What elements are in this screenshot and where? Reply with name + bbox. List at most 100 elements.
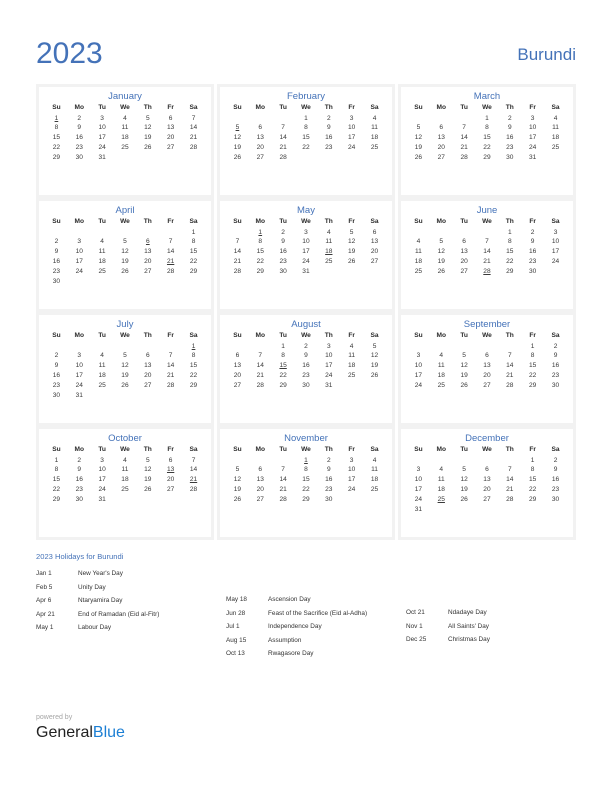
day-cell[interactable]: 7	[182, 456, 205, 466]
day-cell[interactable]: 11	[407, 248, 430, 258]
day-cell[interactable]: 10	[295, 238, 318, 248]
day-cell[interactable]: 12	[226, 476, 249, 486]
day-cell[interactable]: 22	[272, 371, 295, 381]
day-cell[interactable]: 6	[159, 456, 182, 466]
day-cell[interactable]: 31	[68, 391, 91, 401]
day-cell-holiday[interactable]: 25	[430, 495, 453, 505]
day-cell[interactable]: 1	[498, 228, 521, 238]
day-cell[interactable]: 19	[430, 257, 453, 267]
day-cell[interactable]: 26	[363, 371, 386, 381]
day-cell[interactable]: 11	[91, 362, 114, 372]
day-cell[interactable]: 13	[476, 362, 499, 372]
day-cell[interactable]: 12	[430, 248, 453, 258]
day-cell[interactable]: 30	[498, 153, 521, 163]
day-cell-holiday[interactable]: 15	[272, 362, 295, 372]
day-cell[interactable]: 28	[249, 381, 272, 391]
day-cell[interactable]: 9	[68, 124, 91, 134]
day-cell[interactable]: 19	[136, 134, 159, 144]
day-cell[interactable]: 5	[114, 238, 137, 248]
day-cell[interactable]: 13	[249, 476, 272, 486]
day-cell[interactable]: 24	[407, 495, 430, 505]
day-cell[interactable]: 20	[159, 476, 182, 486]
day-cell[interactable]: 6	[226, 352, 249, 362]
day-cell[interactable]: 25	[114, 485, 137, 495]
day-cell[interactable]: 16	[544, 476, 567, 486]
day-cell[interactable]: 31	[521, 153, 544, 163]
day-cell[interactable]: 26	[136, 485, 159, 495]
day-cell[interactable]: 4	[114, 456, 137, 466]
day-cell[interactable]: 27	[159, 143, 182, 153]
day-cell[interactable]: 8	[45, 466, 68, 476]
day-cell[interactable]: 6	[363, 228, 386, 238]
day-cell-holiday[interactable]: 1	[295, 456, 318, 466]
day-cell[interactable]: 12	[136, 466, 159, 476]
day-cell[interactable]: 27	[430, 153, 453, 163]
day-cell[interactable]: 12	[226, 134, 249, 144]
day-cell[interactable]: 20	[453, 257, 476, 267]
day-cell[interactable]: 2	[521, 228, 544, 238]
day-cell[interactable]: 9	[317, 466, 340, 476]
day-cell[interactable]: 14	[249, 362, 272, 372]
day-cell[interactable]: 21	[159, 371, 182, 381]
day-cell[interactable]: 14	[226, 248, 249, 258]
day-cell[interactable]: 3	[68, 238, 91, 248]
day-cell[interactable]: 11	[544, 124, 567, 134]
day-cell[interactable]: 30	[521, 267, 544, 277]
day-cell[interactable]: 10	[91, 124, 114, 134]
day-cell[interactable]: 18	[91, 371, 114, 381]
day-cell[interactable]: 13	[226, 362, 249, 372]
day-cell[interactable]: 8	[272, 352, 295, 362]
day-cell[interactable]: 19	[226, 485, 249, 495]
day-cell[interactable]: 16	[498, 134, 521, 144]
day-cell[interactable]: 4	[430, 352, 453, 362]
day-cell[interactable]: 26	[114, 267, 137, 277]
day-cell[interactable]: 3	[544, 228, 567, 238]
day-cell[interactable]: 9	[45, 362, 68, 372]
day-cell[interactable]: 4	[544, 114, 567, 124]
day-cell[interactable]: 1	[521, 456, 544, 466]
day-cell[interactable]: 2	[272, 228, 295, 238]
day-cell[interactable]: 3	[407, 352, 430, 362]
day-cell[interactable]: 14	[498, 476, 521, 486]
day-cell[interactable]: 28	[453, 153, 476, 163]
day-cell[interactable]: 14	[476, 248, 499, 258]
day-cell[interactable]: 20	[136, 371, 159, 381]
day-cell[interactable]: 28	[226, 267, 249, 277]
day-cell[interactable]: 5	[226, 466, 249, 476]
day-cell[interactable]: 9	[317, 124, 340, 134]
day-cell[interactable]: 26	[226, 495, 249, 505]
day-cell[interactable]: 17	[91, 134, 114, 144]
day-cell[interactable]: 8	[498, 238, 521, 248]
day-cell[interactable]: 16	[68, 134, 91, 144]
day-cell[interactable]: 5	[340, 228, 363, 238]
day-cell[interactable]: 11	[340, 352, 363, 362]
day-cell[interactable]: 13	[453, 248, 476, 258]
day-cell[interactable]: 29	[182, 267, 205, 277]
day-cell[interactable]: 21	[272, 143, 295, 153]
day-cell[interactable]: 2	[498, 114, 521, 124]
day-cell[interactable]: 16	[272, 248, 295, 258]
day-cell[interactable]: 22	[182, 371, 205, 381]
day-cell[interactable]: 1	[45, 456, 68, 466]
day-cell[interactable]: 24	[317, 371, 340, 381]
day-cell[interactable]: 1	[182, 228, 205, 238]
day-cell[interactable]: 25	[430, 381, 453, 391]
day-cell[interactable]: 26	[430, 267, 453, 277]
day-cell[interactable]: 7	[159, 352, 182, 362]
day-cell[interactable]: 13	[249, 134, 272, 144]
day-cell[interactable]: 28	[182, 143, 205, 153]
day-cell[interactable]: 13	[363, 238, 386, 248]
day-cell[interactable]: 30	[68, 495, 91, 505]
day-cell[interactable]: 23	[544, 485, 567, 495]
day-cell[interactable]: 21	[476, 257, 499, 267]
day-cell[interactable]: 20	[430, 143, 453, 153]
day-cell[interactable]: 6	[159, 114, 182, 124]
day-cell[interactable]: 31	[91, 153, 114, 163]
day-cell[interactable]: 30	[45, 277, 68, 287]
day-cell[interactable]: 19	[453, 485, 476, 495]
day-cell[interactable]: 27	[453, 267, 476, 277]
day-cell[interactable]: 29	[521, 381, 544, 391]
day-cell[interactable]: 11	[430, 476, 453, 486]
day-cell[interactable]: 4	[114, 114, 137, 124]
day-cell[interactable]: 28	[272, 153, 295, 163]
